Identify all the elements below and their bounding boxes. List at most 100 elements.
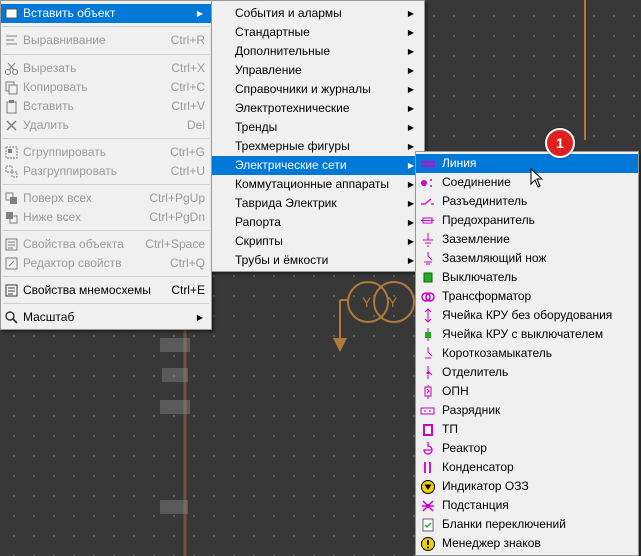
menu-item-shortcut: Ctrl+R xyxy=(170,33,205,47)
menu-item-label: Заземление xyxy=(442,232,510,246)
networks-menu-item-0[interactable]: Линия xyxy=(416,154,638,173)
menu-item-label: Менеджер знаков xyxy=(442,536,541,550)
submenu-arrow-icon: ▶ xyxy=(407,123,414,132)
menu-item-shortcut: Del xyxy=(186,118,205,132)
insert-menu-item-13[interactable]: Трубы и ёмкости ▶ xyxy=(212,251,424,270)
main-menu-item-2[interactable]: Вырезать Ctrl+X xyxy=(1,59,211,78)
networks-menu-item-14[interactable]: ТП xyxy=(416,420,638,439)
submenu-arrow-icon: ▶ xyxy=(407,85,414,94)
insert-menu-item-3[interactable]: Управление ▶ xyxy=(212,61,424,80)
menu-item-label: Соединение xyxy=(442,175,511,189)
reactor-icon xyxy=(423,442,433,455)
main-menu-item-9[interactable]: Ниже всех Ctrl+PgDn xyxy=(1,208,211,227)
menu-item-label: Стандартные xyxy=(235,25,310,39)
menu-item-label: Вставить объект xyxy=(23,6,116,20)
menu-item-label: Вырезать xyxy=(23,61,77,75)
menu-item-label: Короткозамыкатель xyxy=(442,346,553,360)
main-menu-item-13[interactable]: Масштаб ▶ xyxy=(1,308,211,327)
networks-menu-item-1[interactable]: Соединение xyxy=(416,173,638,192)
group-icon xyxy=(5,146,18,159)
short-circuiter-icon xyxy=(425,347,433,359)
insert-menu-item-6[interactable]: Тренды ▶ xyxy=(212,118,424,137)
networks-menu-item-10[interactable]: Короткозамыкатель xyxy=(416,344,638,363)
ungroup-icon xyxy=(5,165,18,178)
networks-menu-item-4[interactable]: Заземление xyxy=(416,230,638,249)
main-menu-item-5[interactable]: Удалить Del xyxy=(1,116,211,135)
connection-icon xyxy=(421,179,432,187)
networks-menu-item-16[interactable]: Конденсатор xyxy=(416,458,638,477)
insert-menu-item-12[interactable]: Скрипты ▶ xyxy=(212,232,424,251)
menu-item-label: Бланки переключений xyxy=(442,517,566,531)
insert-menu-item-4[interactable]: Справочники и журналы ▶ xyxy=(212,80,424,99)
networks-menu-item-5[interactable]: Заземляющий нож xyxy=(416,249,638,268)
object-properties-icon xyxy=(5,238,18,251)
surge-arrester-icon xyxy=(424,385,432,399)
networks-menu-item-11[interactable]: Отделитель xyxy=(416,363,638,382)
menu-separator xyxy=(3,184,209,185)
menu-item-label: Линия xyxy=(442,156,477,170)
networks-menu-item-8[interactable]: Ячейка КРУ без оборудования xyxy=(416,306,638,325)
submenu-arrow-icon: ▶ xyxy=(407,180,414,189)
main-menu-item-3[interactable]: Копировать Ctrl+C xyxy=(1,78,211,97)
spark-gap-icon xyxy=(420,407,435,415)
insert-menu-item-10[interactable]: Таврида Электрик ▶ xyxy=(212,194,424,213)
menu-item-label: Отделитель xyxy=(442,365,509,379)
menu-separator xyxy=(3,54,209,55)
networks-menu-item-12[interactable]: ОПН xyxy=(416,382,638,401)
networks-menu-item-15[interactable]: Реактор xyxy=(416,439,638,458)
menu-item-label: Справочники и журналы xyxy=(235,82,371,96)
insert-menu-item-2[interactable]: Дополнительные ▶ xyxy=(212,42,424,61)
networks-menu-item-3[interactable]: Предохранитель xyxy=(416,211,638,230)
menu-item-label: Трансформатор xyxy=(442,289,532,303)
menu-item-label: Свойства объекта xyxy=(23,237,124,251)
substation-icon xyxy=(422,500,434,512)
context-menu-main: Вставить объект ▶ Выравнивание Ctrl+R Выреза… xyxy=(0,0,212,330)
main-menu-item-10[interactable]: Свойства объекта Ctrl+Space xyxy=(1,235,211,254)
insert-menu-item-11[interactable]: Рапорта ▶ xyxy=(212,213,424,232)
menu-item-label: Выравнивание xyxy=(23,33,106,47)
menu-item-label: Предохранитель xyxy=(442,213,535,227)
menu-item-shortcut: Ctrl+G xyxy=(169,145,205,159)
menu-item-shortcut: Ctrl+X xyxy=(171,61,205,75)
diagram-properties-icon xyxy=(5,284,18,297)
insert-menu-item-9[interactable]: Коммутационные аппараты ▶ xyxy=(212,175,424,194)
callout-badge: 1 xyxy=(545,128,575,158)
networks-menu-item-19[interactable]: Бланки переключений xyxy=(416,515,638,534)
menu-item-label: Заземляющий нож xyxy=(442,251,547,265)
grounding-knife-icon xyxy=(424,252,433,265)
insert-menu-item-5[interactable]: Электротехнические ▶ xyxy=(212,99,424,118)
insert-menu-item-8[interactable]: Электрические сети ▶ xyxy=(212,156,424,175)
menu-item-shortcut: Ctrl+C xyxy=(170,80,205,94)
networks-menu-item-2[interactable]: Разъединитель xyxy=(416,192,638,211)
networks-menu-item-13[interactable]: Разрядник xyxy=(416,401,638,420)
main-menu-item-11[interactable]: Редактор свойств Ctrl+Q xyxy=(1,254,211,273)
menu-item-label: Разгруппировать xyxy=(23,164,118,178)
networks-menu-item-7[interactable]: Трансформатор xyxy=(416,287,638,306)
main-menu-item-1[interactable]: Выравнивание Ctrl+R xyxy=(1,31,211,50)
networks-menu-item-9[interactable]: Ячейка КРУ с выключателем xyxy=(416,325,638,344)
main-menu-item-0[interactable]: Вставить объект ▶ xyxy=(1,4,211,23)
networks-menu-item-20[interactable]: Менеджер знаков xyxy=(416,534,638,553)
menu-item-label: Ячейка КРУ с выключателем xyxy=(442,327,604,341)
menu-item-label: Дополнительные xyxy=(235,44,330,58)
submenu-arrow-icon: ▶ xyxy=(407,161,414,170)
menu-item-label: Рапорта xyxy=(235,215,281,229)
networks-menu-item-17[interactable]: Индикатор ОЗЗ xyxy=(416,477,638,496)
main-menu-item-8[interactable]: Поверх всех Ctrl+PgUp xyxy=(1,189,211,208)
paste-icon xyxy=(6,100,17,114)
svg-text:Y: Y xyxy=(362,294,372,310)
submenu-arrow-icon: ▶ xyxy=(407,104,414,113)
menu-item-label: Трубы и ёмкости xyxy=(235,253,329,267)
networks-menu-item-6[interactable]: Выключатель xyxy=(416,268,638,287)
main-menu-item-12[interactable]: Свойства мнемосхемы Ctrl+E xyxy=(1,281,211,300)
networks-menu-item-18[interactable]: Подстанция xyxy=(416,496,638,515)
submenu-arrow-icon: ▶ xyxy=(407,9,414,18)
main-menu-item-6[interactable]: Сгруппировать Ctrl+G xyxy=(1,143,211,162)
insert-menu-item-7[interactable]: Трехмерные фигуры ▶ xyxy=(212,137,424,156)
fuse-icon xyxy=(421,217,434,224)
insert-menu-item-0[interactable]: События и алармы ▶ xyxy=(212,4,424,23)
main-menu-item-4[interactable]: Вставить Ctrl+V xyxy=(1,97,211,116)
menu-item-shortcut: Ctrl+V xyxy=(171,99,205,113)
insert-menu-item-1[interactable]: Стандартные ▶ xyxy=(212,23,424,42)
main-menu-item-7[interactable]: Разгруппировать Ctrl+U xyxy=(1,162,211,181)
